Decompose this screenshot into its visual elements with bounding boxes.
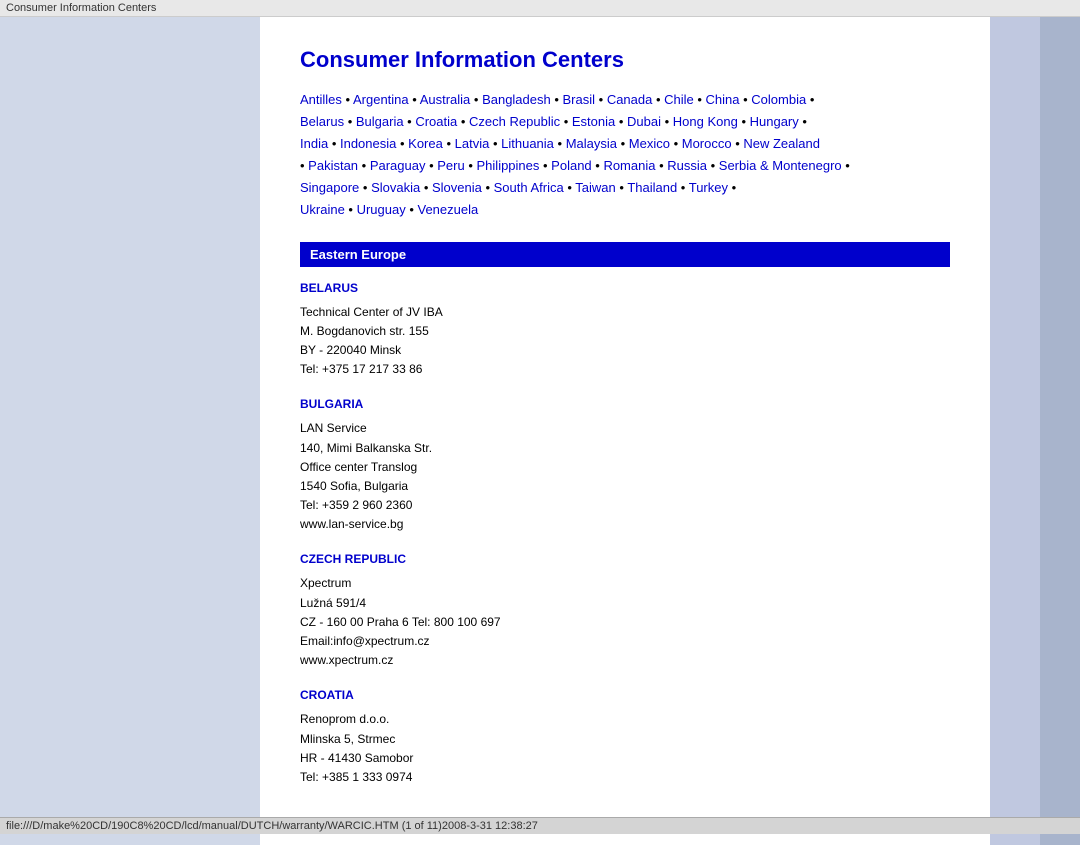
country-block-czech-republic: CZECH REPUBLIC Xpectrum Lužná 591/4 CZ -…: [300, 552, 950, 670]
page-title: Consumer Information Centers: [300, 47, 950, 73]
link-canada[interactable]: Canada: [607, 92, 653, 107]
country-title-croatia[interactable]: CROATIA: [300, 688, 950, 702]
link-korea[interactable]: Korea: [408, 136, 443, 151]
country-info-bulgaria: LAN Service 140, Mimi Balkanska Str. Off…: [300, 419, 950, 534]
link-slovakia[interactable]: Slovakia: [371, 180, 420, 195]
link-pakistan[interactable]: Pakistan: [308, 158, 358, 173]
link-dubai[interactable]: Dubai: [627, 114, 661, 129]
link-venezuela[interactable]: Venezuela: [418, 202, 479, 217]
status-bar-text: file:///D/make%20CD/190C8%20CD/lcd/manua…: [6, 820, 538, 832]
country-title-belarus[interactable]: BELARUS: [300, 281, 950, 295]
link-chile[interactable]: Chile: [664, 92, 694, 107]
sidebar-right: [990, 17, 1040, 845]
link-singapore[interactable]: Singapore: [300, 180, 359, 195]
country-info-belarus: Technical Center of JV IBA M. Bogdanovic…: [300, 303, 950, 380]
link-brasil[interactable]: Brasil: [563, 92, 596, 107]
link-hungary[interactable]: Hungary: [750, 114, 799, 129]
link-belarus[interactable]: Belarus: [300, 114, 344, 129]
link-malaysia[interactable]: Malaysia: [566, 136, 617, 151]
link-philippines[interactable]: Philippines: [477, 158, 540, 173]
link-estonia[interactable]: Estonia: [572, 114, 615, 129]
link-argentina[interactable]: Argentina: [353, 92, 409, 107]
link-turkey[interactable]: Turkey: [689, 180, 728, 195]
page-layout: Consumer Information Centers Antilles • …: [0, 17, 1080, 845]
link-china[interactable]: China: [706, 92, 740, 107]
link-slovenia[interactable]: Slovenia: [432, 180, 482, 195]
link-paraguay[interactable]: Paraguay: [370, 158, 426, 173]
country-block-croatia: CROATIA Renoprom d.o.o. Mlinska 5, Strme…: [300, 688, 950, 787]
link-antilles[interactable]: Antilles: [300, 92, 342, 107]
link-colombia[interactable]: Colombia: [751, 92, 806, 107]
status-bar: file:///D/make%20CD/190C8%20CD/lcd/manua…: [0, 817, 1080, 834]
link-lithuania[interactable]: Lithuania: [501, 136, 554, 151]
country-title-bulgaria[interactable]: BULGARIA: [300, 397, 950, 411]
link-bulgaria[interactable]: Bulgaria: [356, 114, 404, 129]
link-australia[interactable]: Australia: [420, 92, 471, 107]
link-taiwan[interactable]: Taiwan: [575, 180, 615, 195]
sidebar-left: [0, 17, 260, 845]
country-info-croatia: Renoprom d.o.o. Mlinska 5, Strmec HR - 4…: [300, 710, 950, 787]
link-poland[interactable]: Poland: [551, 158, 591, 173]
main-content: Consumer Information Centers Antilles • …: [260, 17, 990, 845]
link-southafrica[interactable]: South Africa: [494, 180, 564, 195]
link-uruguay[interactable]: Uruguay: [357, 202, 406, 217]
country-info-czech-republic: Xpectrum Lužná 591/4 CZ - 160 00 Praha 6…: [300, 574, 950, 670]
link-croatia[interactable]: Croatia: [415, 114, 457, 129]
link-newzealand[interactable]: New Zealand: [743, 136, 820, 151]
section-header-eastern-europe: Eastern Europe: [300, 242, 950, 267]
sidebar-far-right: [1040, 17, 1080, 845]
link-india[interactable]: India: [300, 136, 328, 151]
link-czech-republic[interactable]: Czech Republic: [469, 114, 560, 129]
link-bangladesh[interactable]: Bangladesh: [482, 92, 551, 107]
content-area: Consumer Information Centers Antilles • …: [260, 17, 1080, 845]
link-romania[interactable]: Romania: [603, 158, 655, 173]
title-bar-text: Consumer Information Centers: [6, 2, 156, 14]
country-block-belarus: BELARUS Technical Center of JV IBA M. Bo…: [300, 281, 950, 380]
link-russia[interactable]: Russia: [667, 158, 707, 173]
link-hongkong[interactable]: Hong Kong: [673, 114, 738, 129]
link-indonesia[interactable]: Indonesia: [340, 136, 396, 151]
country-block-bulgaria: BULGARIA LAN Service 140, Mimi Balkanska…: [300, 397, 950, 534]
link-peru[interactable]: Peru: [437, 158, 464, 173]
navigation-links: Antilles • Argentina • Australia • Bangl…: [300, 89, 950, 222]
link-thailand[interactable]: Thailand: [627, 180, 677, 195]
link-latvia[interactable]: Latvia: [455, 136, 490, 151]
link-mexico[interactable]: Mexico: [629, 136, 670, 151]
link-morocco[interactable]: Morocco: [682, 136, 732, 151]
title-bar: Consumer Information Centers: [0, 0, 1080, 17]
country-title-czech-republic[interactable]: CZECH REPUBLIC: [300, 552, 950, 566]
link-ukraine[interactable]: Ukraine: [300, 202, 345, 217]
link-serbia[interactable]: Serbia & Montenegro: [719, 158, 842, 173]
